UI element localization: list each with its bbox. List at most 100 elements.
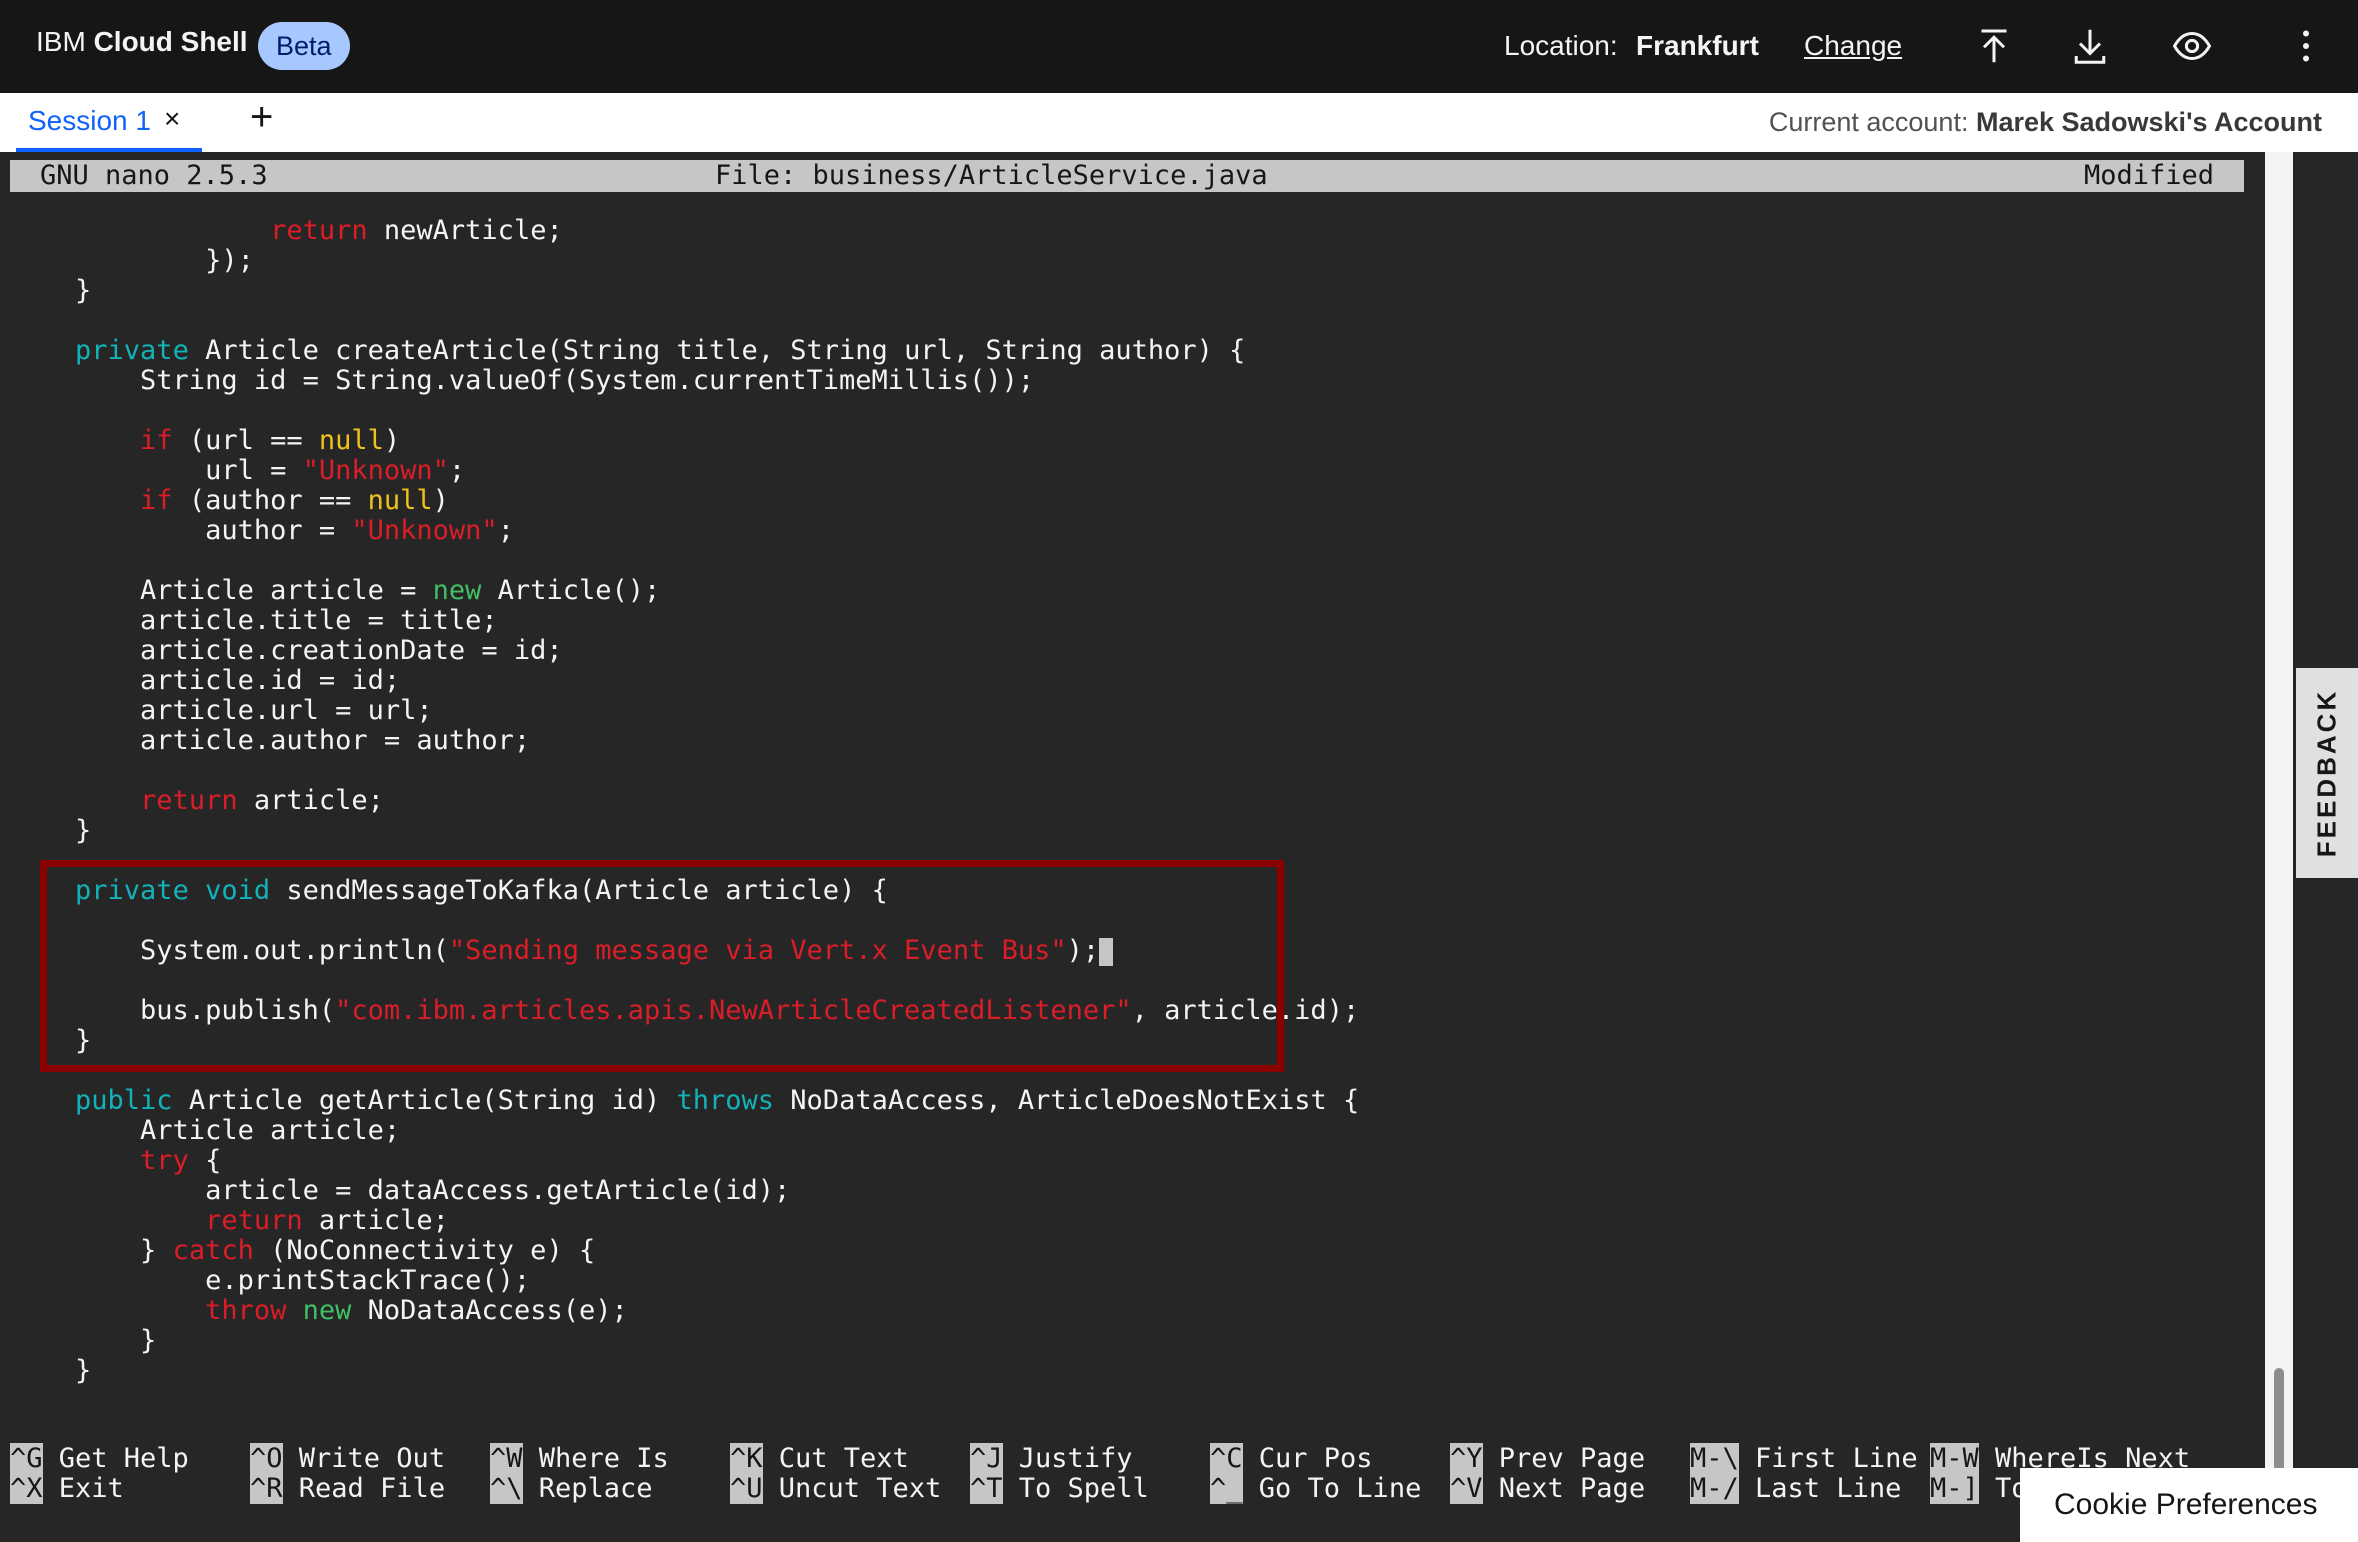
shortcut-pair: M-\ First Line M-/ Last Line xyxy=(1690,1443,1918,1504)
code-line: }); xyxy=(10,245,254,276)
shortcut-label: Next Page xyxy=(1482,1473,1646,1504)
shortcut-key: ^C xyxy=(1210,1443,1243,1474)
shortcut-label: Prev Page xyxy=(1482,1443,1646,1474)
upload-icon[interactable] xyxy=(1968,20,2020,72)
code-line: String id = String.valueOf(System.curren… xyxy=(10,365,1035,396)
cookie-preferences-button[interactable]: Cookie Preferences xyxy=(2020,1468,2358,1542)
shortcut-item: M-/ Last Line xyxy=(1690,1473,1918,1504)
session-tab-bar: Session 1 × + Current account: Marek Sad… xyxy=(0,93,2358,152)
tab-session-label: Session 1 xyxy=(28,105,151,136)
code-line: article.url = url; xyxy=(10,695,433,726)
shortcut-item: ^X Exit xyxy=(10,1473,189,1504)
shortcut-item: ^C Cur Pos xyxy=(1210,1443,1421,1474)
beta-badge: Beta xyxy=(258,22,350,70)
close-tab-icon[interactable]: × xyxy=(164,103,180,135)
code-line: return article; xyxy=(140,785,384,816)
code-line: Article article; xyxy=(10,1115,401,1146)
code-line: return newArticle; xyxy=(270,215,563,246)
location-value: Frankfurt xyxy=(1636,30,1759,61)
shortcut-key: M-/ xyxy=(1690,1473,1739,1504)
shortcut-item: ^O Write Out xyxy=(250,1443,446,1474)
brand-prefix: IBM xyxy=(36,26,86,57)
tab-session-1[interactable]: Session 1 × xyxy=(16,93,202,152)
change-location-link[interactable]: Change xyxy=(1804,30,1902,62)
terminal-scrollbar[interactable] xyxy=(2265,152,2293,1542)
location-label: Location: xyxy=(1504,30,1618,61)
shortcut-item: ^_ Go To Line xyxy=(1210,1473,1422,1504)
shortcut-label: Where Is xyxy=(522,1443,669,1474)
code-line: article.id = id; xyxy=(10,665,401,696)
code-line: try { xyxy=(140,1145,222,1176)
shortcut-key: M-W xyxy=(1930,1443,1979,1474)
shortcut-key: ^O xyxy=(250,1443,283,1474)
code-line: } xyxy=(10,1355,92,1386)
shortcut-key: ^_ xyxy=(1210,1473,1243,1504)
overflow-menu-icon[interactable] xyxy=(2280,20,2332,72)
shortcut-item: ^\ Replace xyxy=(490,1473,669,1504)
shortcut-item: M-\ First Line xyxy=(1690,1443,1918,1474)
shortcut-label: Write Out xyxy=(282,1443,446,1474)
shortcut-pair: ^O Write Out ^R Read File xyxy=(250,1443,446,1504)
nano-version: GNU nano 2.5.3 xyxy=(40,160,268,191)
download-icon[interactable] xyxy=(2064,20,2116,72)
code-line: return article; xyxy=(205,1205,449,1236)
shortcut-item: ^V Next Page xyxy=(1450,1473,1646,1504)
account-name: Marek Sadowski's Account xyxy=(1975,107,2322,137)
shortcut-item: ^R Read File xyxy=(250,1473,445,1504)
shortcut-item: ^G Get Help xyxy=(10,1443,189,1474)
shortcut-label: Exit xyxy=(42,1473,124,1504)
shortcut-label: Go To Line xyxy=(1242,1473,1422,1504)
shortcut-key: ^V xyxy=(1450,1473,1483,1504)
code-line: article.creationDate = id; xyxy=(10,635,563,666)
feedback-button[interactable]: FEEDBACK xyxy=(2296,668,2358,878)
shortcut-key: ^J xyxy=(970,1443,1003,1474)
shortcut-key: M-] xyxy=(1930,1473,1979,1504)
scrollbar-thumb[interactable] xyxy=(2274,1368,2284,1472)
code-line: Article article = new Article(); xyxy=(10,575,661,606)
top-header: IBM Cloud Shell Beta Location: Frankfurt… xyxy=(0,0,2358,93)
shortcut-label: First Line xyxy=(1738,1443,1918,1474)
code-line: throw new NoDataAccess(e); xyxy=(205,1295,628,1326)
terminal-panel[interactable]: GNU nano 2.5.3 File: business/ArticleSer… xyxy=(0,152,2265,1542)
shortcut-key: ^X xyxy=(10,1473,43,1504)
shortcut-label: Last Line xyxy=(1738,1473,1902,1504)
feedback-label: FEEDBACK xyxy=(2311,688,2342,858)
code-line: } xyxy=(10,1325,157,1356)
add-session-icon[interactable]: + xyxy=(250,95,273,140)
shortcut-item: ^W Where Is xyxy=(490,1443,669,1474)
shortcut-label: Get Help xyxy=(42,1443,189,1474)
code-line: url = "Unknown"; xyxy=(10,455,466,486)
shortcut-label: Cur Pos xyxy=(1242,1443,1373,1474)
shortcut-item: ^J Justify xyxy=(970,1443,1149,1474)
shortcut-key: ^K xyxy=(730,1443,763,1474)
shortcut-key: ^U xyxy=(730,1473,763,1504)
shortcut-key: ^W xyxy=(490,1443,523,1474)
code-line: if (author == null) xyxy=(140,485,449,516)
account-label: Current account: xyxy=(1768,107,1969,137)
brand-name: Cloud Shell xyxy=(93,26,248,57)
nano-file-name: File: business/ArticleService.java xyxy=(715,160,1268,191)
shortcut-item: ^T To Spell xyxy=(970,1473,1149,1504)
code-line: author = "Unknown"; xyxy=(10,515,514,546)
code-line: } xyxy=(10,815,92,846)
code-line: if (url == null) xyxy=(140,425,401,456)
shortcut-key: ^R xyxy=(250,1473,283,1504)
shortcut-key: ^\ xyxy=(490,1473,523,1504)
nano-modified-status: Modified xyxy=(2083,160,2214,191)
code-line: article.author = author; xyxy=(10,725,531,756)
preview-eye-icon[interactable] xyxy=(2166,20,2218,72)
shortcut-pair: ^K Cut Text ^U Uncut Text xyxy=(730,1443,941,1504)
code-line: article.title = title; xyxy=(10,605,498,636)
shortcut-label: Cut Text xyxy=(762,1443,909,1474)
highlight-box xyxy=(40,860,1284,1072)
code-line: } xyxy=(10,275,92,306)
shortcut-label: Justify xyxy=(1002,1443,1133,1474)
shortcut-key: ^Y xyxy=(1450,1443,1483,1474)
app-title[interactable]: IBM Cloud Shell xyxy=(36,26,248,58)
shortcut-item: ^U Uncut Text xyxy=(730,1473,941,1504)
shortcut-key: M-\ xyxy=(1690,1443,1739,1474)
shortcut-label: To Spell xyxy=(1002,1473,1149,1504)
shortcut-item: ^Y Prev Page xyxy=(1450,1443,1646,1474)
current-account: Current account: Marek Sadowski's Accoun… xyxy=(1769,107,2322,138)
code-line: } catch (NoConnectivity e) { xyxy=(10,1235,596,1266)
